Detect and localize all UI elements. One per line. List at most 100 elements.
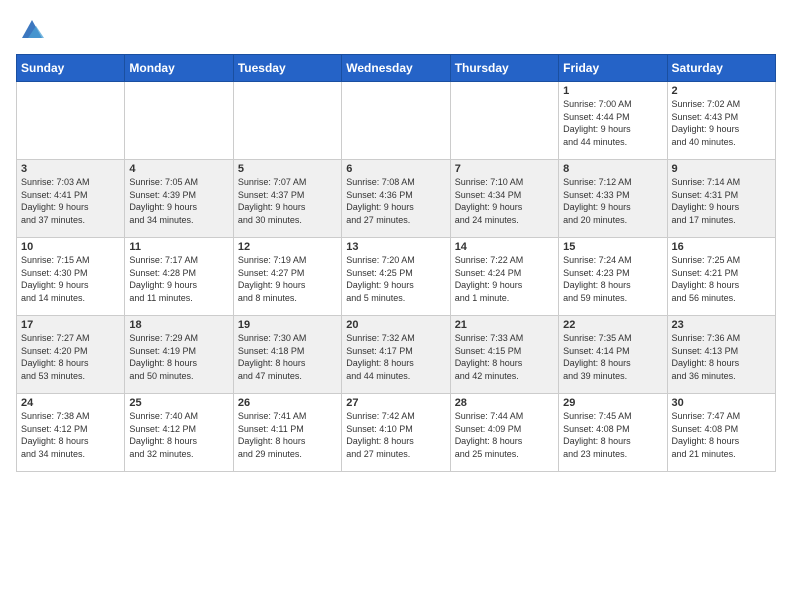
day-number: 17 (21, 319, 120, 331)
calendar-cell: 16Sunrise: 7:25 AM Sunset: 4:21 PM Dayli… (667, 238, 775, 316)
day-number: 2 (672, 85, 771, 97)
calendar-cell: 14Sunrise: 7:22 AM Sunset: 4:24 PM Dayli… (450, 238, 558, 316)
day-number: 23 (672, 319, 771, 331)
day-info: Sunrise: 7:35 AM Sunset: 4:14 PM Dayligh… (563, 332, 662, 382)
day-info: Sunrise: 7:12 AM Sunset: 4:33 PM Dayligh… (563, 176, 662, 226)
calendar-cell: 21Sunrise: 7:33 AM Sunset: 4:15 PM Dayli… (450, 316, 558, 394)
calendar-week-row: 10Sunrise: 7:15 AM Sunset: 4:30 PM Dayli… (17, 238, 776, 316)
weekday-header: Wednesday (342, 55, 450, 82)
day-number: 11 (129, 241, 228, 253)
day-number: 19 (238, 319, 337, 331)
day-info: Sunrise: 7:24 AM Sunset: 4:23 PM Dayligh… (563, 254, 662, 304)
calendar-cell: 13Sunrise: 7:20 AM Sunset: 4:25 PM Dayli… (342, 238, 450, 316)
calendar-cell: 3Sunrise: 7:03 AM Sunset: 4:41 PM Daylig… (17, 160, 125, 238)
day-number: 27 (346, 397, 445, 409)
calendar-cell (342, 82, 450, 160)
weekday-header: Saturday (667, 55, 775, 82)
day-number: 29 (563, 397, 662, 409)
calendar-week-row: 24Sunrise: 7:38 AM Sunset: 4:12 PM Dayli… (17, 394, 776, 472)
calendar-cell: 30Sunrise: 7:47 AM Sunset: 4:08 PM Dayli… (667, 394, 775, 472)
calendar-cell: 11Sunrise: 7:17 AM Sunset: 4:28 PM Dayli… (125, 238, 233, 316)
calendar-cell: 25Sunrise: 7:40 AM Sunset: 4:12 PM Dayli… (125, 394, 233, 472)
day-number: 28 (455, 397, 554, 409)
calendar-cell: 7Sunrise: 7:10 AM Sunset: 4:34 PM Daylig… (450, 160, 558, 238)
calendar-cell: 4Sunrise: 7:05 AM Sunset: 4:39 PM Daylig… (125, 160, 233, 238)
calendar-header-row: SundayMondayTuesdayWednesdayThursdayFrid… (17, 55, 776, 82)
calendar-cell (17, 82, 125, 160)
day-info: Sunrise: 7:08 AM Sunset: 4:36 PM Dayligh… (346, 176, 445, 226)
day-info: Sunrise: 7:02 AM Sunset: 4:43 PM Dayligh… (672, 98, 771, 148)
day-info: Sunrise: 7:10 AM Sunset: 4:34 PM Dayligh… (455, 176, 554, 226)
header (16, 16, 776, 44)
calendar: SundayMondayTuesdayWednesdayThursdayFrid… (16, 54, 776, 472)
calendar-cell: 27Sunrise: 7:42 AM Sunset: 4:10 PM Dayli… (342, 394, 450, 472)
calendar-cell: 15Sunrise: 7:24 AM Sunset: 4:23 PM Dayli… (559, 238, 667, 316)
day-number: 24 (21, 397, 120, 409)
day-info: Sunrise: 7:40 AM Sunset: 4:12 PM Dayligh… (129, 410, 228, 460)
day-number: 4 (129, 163, 228, 175)
calendar-cell: 26Sunrise: 7:41 AM Sunset: 4:11 PM Dayli… (233, 394, 341, 472)
day-info: Sunrise: 7:19 AM Sunset: 4:27 PM Dayligh… (238, 254, 337, 304)
day-number: 6 (346, 163, 445, 175)
day-info: Sunrise: 7:47 AM Sunset: 4:08 PM Dayligh… (672, 410, 771, 460)
calendar-cell: 8Sunrise: 7:12 AM Sunset: 4:33 PM Daylig… (559, 160, 667, 238)
day-info: Sunrise: 7:25 AM Sunset: 4:21 PM Dayligh… (672, 254, 771, 304)
day-info: Sunrise: 7:15 AM Sunset: 4:30 PM Dayligh… (21, 254, 120, 304)
calendar-cell (125, 82, 233, 160)
day-number: 10 (21, 241, 120, 253)
day-number: 14 (455, 241, 554, 253)
calendar-cell: 2Sunrise: 7:02 AM Sunset: 4:43 PM Daylig… (667, 82, 775, 160)
weekday-header: Sunday (17, 55, 125, 82)
weekday-header: Thursday (450, 55, 558, 82)
page: SundayMondayTuesdayWednesdayThursdayFrid… (0, 0, 792, 480)
calendar-cell: 17Sunrise: 7:27 AM Sunset: 4:20 PM Dayli… (17, 316, 125, 394)
day-number: 1 (563, 85, 662, 97)
day-number: 12 (238, 241, 337, 253)
day-info: Sunrise: 7:30 AM Sunset: 4:18 PM Dayligh… (238, 332, 337, 382)
calendar-cell: 18Sunrise: 7:29 AM Sunset: 4:19 PM Dayli… (125, 316, 233, 394)
calendar-cell: 23Sunrise: 7:36 AM Sunset: 4:13 PM Dayli… (667, 316, 775, 394)
day-number: 30 (672, 397, 771, 409)
calendar-cell: 19Sunrise: 7:30 AM Sunset: 4:18 PM Dayli… (233, 316, 341, 394)
day-info: Sunrise: 7:27 AM Sunset: 4:20 PM Dayligh… (21, 332, 120, 382)
logo-icon (18, 16, 46, 44)
calendar-cell: 10Sunrise: 7:15 AM Sunset: 4:30 PM Dayli… (17, 238, 125, 316)
day-info: Sunrise: 7:32 AM Sunset: 4:17 PM Dayligh… (346, 332, 445, 382)
calendar-cell: 9Sunrise: 7:14 AM Sunset: 4:31 PM Daylig… (667, 160, 775, 238)
calendar-cell: 24Sunrise: 7:38 AM Sunset: 4:12 PM Dayli… (17, 394, 125, 472)
calendar-cell: 29Sunrise: 7:45 AM Sunset: 4:08 PM Dayli… (559, 394, 667, 472)
day-info: Sunrise: 7:41 AM Sunset: 4:11 PM Dayligh… (238, 410, 337, 460)
day-info: Sunrise: 7:29 AM Sunset: 4:19 PM Dayligh… (129, 332, 228, 382)
logo (16, 16, 46, 44)
day-info: Sunrise: 7:17 AM Sunset: 4:28 PM Dayligh… (129, 254, 228, 304)
calendar-cell: 1Sunrise: 7:00 AM Sunset: 4:44 PM Daylig… (559, 82, 667, 160)
weekday-header: Monday (125, 55, 233, 82)
day-info: Sunrise: 7:45 AM Sunset: 4:08 PM Dayligh… (563, 410, 662, 460)
day-number: 21 (455, 319, 554, 331)
day-number: 25 (129, 397, 228, 409)
day-info: Sunrise: 7:44 AM Sunset: 4:09 PM Dayligh… (455, 410, 554, 460)
day-info: Sunrise: 7:38 AM Sunset: 4:12 PM Dayligh… (21, 410, 120, 460)
day-info: Sunrise: 7:00 AM Sunset: 4:44 PM Dayligh… (563, 98, 662, 148)
calendar-week-row: 17Sunrise: 7:27 AM Sunset: 4:20 PM Dayli… (17, 316, 776, 394)
day-number: 26 (238, 397, 337, 409)
day-info: Sunrise: 7:07 AM Sunset: 4:37 PM Dayligh… (238, 176, 337, 226)
day-number: 8 (563, 163, 662, 175)
day-info: Sunrise: 7:33 AM Sunset: 4:15 PM Dayligh… (455, 332, 554, 382)
calendar-cell: 6Sunrise: 7:08 AM Sunset: 4:36 PM Daylig… (342, 160, 450, 238)
day-number: 16 (672, 241, 771, 253)
calendar-cell (233, 82, 341, 160)
calendar-cell (450, 82, 558, 160)
calendar-week-row: 1Sunrise: 7:00 AM Sunset: 4:44 PM Daylig… (17, 82, 776, 160)
day-info: Sunrise: 7:20 AM Sunset: 4:25 PM Dayligh… (346, 254, 445, 304)
day-info: Sunrise: 7:22 AM Sunset: 4:24 PM Dayligh… (455, 254, 554, 304)
day-number: 5 (238, 163, 337, 175)
day-info: Sunrise: 7:36 AM Sunset: 4:13 PM Dayligh… (672, 332, 771, 382)
day-number: 7 (455, 163, 554, 175)
calendar-cell: 28Sunrise: 7:44 AM Sunset: 4:09 PM Dayli… (450, 394, 558, 472)
calendar-cell: 5Sunrise: 7:07 AM Sunset: 4:37 PM Daylig… (233, 160, 341, 238)
calendar-week-row: 3Sunrise: 7:03 AM Sunset: 4:41 PM Daylig… (17, 160, 776, 238)
day-info: Sunrise: 7:14 AM Sunset: 4:31 PM Dayligh… (672, 176, 771, 226)
day-number: 15 (563, 241, 662, 253)
day-info: Sunrise: 7:42 AM Sunset: 4:10 PM Dayligh… (346, 410, 445, 460)
